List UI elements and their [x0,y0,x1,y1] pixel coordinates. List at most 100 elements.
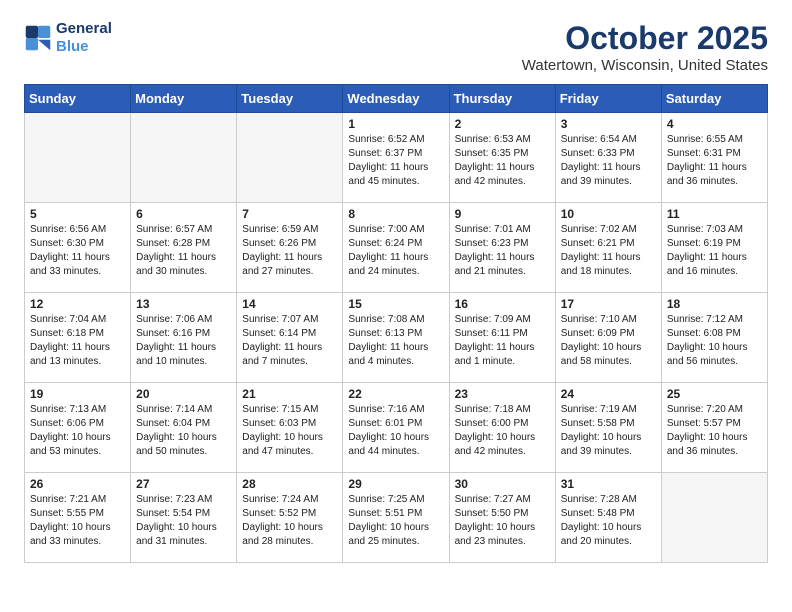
day-cell [131,113,237,203]
day-cell-text: Sunrise: 7:09 AMSunset: 6:11 PMDaylight:… [455,313,550,369]
day-cell-text: Sunrise: 7:02 AMSunset: 6:21 PMDaylight:… [561,223,656,279]
day-cell: 1 Sunrise: 6:52 AMSunset: 6:37 PMDaylight… [343,113,449,203]
day-cell-text: Sunrise: 7:03 AMSunset: 6:19 PMDaylight:… [667,223,762,279]
day-cell-text: Sunrise: 7:06 AMSunset: 6:16 PMDaylight:… [136,313,231,369]
day-header-monday: Monday [131,85,237,113]
day-cell-text: Sunrise: 7:18 AMSunset: 6:00 PMDaylight:… [455,403,550,459]
day-number: 21 [242,387,337,401]
day-cell: 19 Sunrise: 7:13 AMSunset: 6:06 PMDayligh… [25,383,131,473]
calendar-title: October 2025 [522,20,768,57]
day-cell-text: Sunrise: 6:59 AMSunset: 6:26 PMDaylight:… [242,223,337,279]
day-cell: 21Sunrise: 7:15 AMSunset: 6:03 PMDayligh… [237,383,343,473]
day-cell: 29Sunrise: 7:25 AMSunset: 5:51 PMDayligh… [343,473,449,563]
day-number: 27 [136,477,231,491]
day-cell-text: Sunrise: 6:57 AMSunset: 6:28 PMDaylight:… [136,223,231,279]
day-cell-text: Sunrise: 7:04 AMSunset: 6:18 PMDaylight:… [30,313,125,369]
day-number: 2 [455,117,550,131]
day-cell: 23 Sunrise: 7:18 AMSunset: 6:00 PMDayligh… [449,383,555,473]
day-cell [25,113,131,203]
day-number: 12 [30,297,125,311]
day-cell: 22Sunrise: 7:16 AMSunset: 6:01 PMDayligh… [343,383,449,473]
day-cell: 25Sunrise: 7:20 AMSunset: 5:57 PMDayligh… [661,383,767,473]
day-number: 30 [455,477,550,491]
day-cell: 27 Sunrise: 7:23 AMSunset: 5:54 PMDayligh… [131,473,237,563]
day-cell-text: Sunrise: 7:27 AMSunset: 5:50 PMDaylight:… [455,493,550,549]
day-number: 11 [667,207,762,221]
day-cell: 15 Sunrise: 7:08 AMSunset: 6:13 PMDayligh… [343,293,449,383]
day-cell: 13 Sunrise: 7:06 AMSunset: 6:16 PMDayligh… [131,293,237,383]
day-cell-text: Sunrise: 7:07 AMSunset: 6:14 PMDaylight:… [242,313,337,369]
calendar-subtitle: Watertown, Wisconsin, United States [522,57,768,74]
day-header-sunday: Sunday [25,85,131,113]
calendar-table: SundayMondayTuesdayWednesdayThursdayFrid… [24,84,768,563]
day-cell-text: Sunrise: 6:54 AMSunset: 6:33 PMDaylight:… [561,133,656,189]
day-number: 9 [455,207,550,221]
day-cell-text: Sunrise: 7:16 AMSunset: 6:01 PMDaylight:… [348,403,443,459]
day-cell-text: Sunrise: 7:00 AMSunset: 6:24 PMDaylight:… [348,223,443,279]
week-row-2: 5Sunrise: 6:56 AMSunset: 6:30 PMDaylight… [25,203,768,293]
week-row-5: 26 Sunrise: 7:21 AMSunset: 5:55 PMDayligh… [25,473,768,563]
day-number: 28 [242,477,337,491]
day-number: 6 [136,207,231,221]
day-cell: 10Sunrise: 7:02 AMSunset: 6:21 PMDayligh… [555,203,661,293]
day-cell-text: Sunrise: 7:01 AMSunset: 6:23 PMDaylight:… [455,223,550,279]
day-number: 25 [667,387,762,401]
day-number: 15 [348,297,443,311]
day-cell-text: Sunrise: 7:12 AMSunset: 6:08 PMDaylight:… [667,313,762,369]
day-number: 23 [455,387,550,401]
logo: General Blue [24,20,112,56]
day-number: 3 [561,117,656,131]
day-number: 17 [561,297,656,311]
day-number: 24 [561,387,656,401]
day-number: 16 [455,297,550,311]
week-row-3: 12 Sunrise: 7:04 AMSunset: 6:18 PMDayligh… [25,293,768,383]
day-cell-text: Sunrise: 7:28 AMSunset: 5:48 PMDaylight:… [561,493,656,549]
day-cell: 2 Sunrise: 6:53 AMSunset: 6:35 PMDaylight… [449,113,555,203]
day-cell: 9 Sunrise: 7:01 AMSunset: 6:23 PMDaylight… [449,203,555,293]
day-cell-text: Sunrise: 6:56 AMSunset: 6:30 PMDaylight:… [30,223,125,279]
day-cell: 17 Sunrise: 7:10 AMSunset: 6:09 PMDayligh… [555,293,661,383]
day-cell: 3 Sunrise: 6:54 AMSunset: 6:33 PMDaylight… [555,113,661,203]
day-cell-text: Sunrise: 6:53 AMSunset: 6:35 PMDaylight:… [455,133,550,189]
day-cell-text: Sunrise: 7:21 AMSunset: 5:55 PMDaylight:… [30,493,125,549]
day-cell [661,473,767,563]
day-cell: 6 Sunrise: 6:57 AMSunset: 6:28 PMDaylight… [131,203,237,293]
day-cell-text: Sunrise: 7:24 AMSunset: 5:52 PMDaylight:… [242,493,337,549]
day-cell: 8 Sunrise: 7:00 AMSunset: 6:24 PMDaylight… [343,203,449,293]
day-cell-text: Sunrise: 7:10 AMSunset: 6:09 PMDaylight:… [561,313,656,369]
day-number: 8 [348,207,443,221]
day-cell-text: Sunrise: 6:52 AMSunset: 6:37 PMDaylight:… [348,133,443,189]
day-cell-text: Sunrise: 7:13 AMSunset: 6:06 PMDaylight:… [30,403,125,459]
day-cell: 20Sunrise: 7:14 AMSunset: 6:04 PMDayligh… [131,383,237,473]
day-cell: 4 Sunrise: 6:55 AMSunset: 6:31 PMDaylight… [661,113,767,203]
day-cell: 12 Sunrise: 7:04 AMSunset: 6:18 PMDayligh… [25,293,131,383]
day-number: 1 [348,117,443,131]
logo-icon [24,24,52,52]
day-number: 26 [30,477,125,491]
day-cell: 5Sunrise: 6:56 AMSunset: 6:30 PMDaylight… [25,203,131,293]
day-header-wednesday: Wednesday [343,85,449,113]
day-header-row: SundayMondayTuesdayWednesdayThursdayFrid… [25,85,768,113]
header: General Blue October 2025 Watertown, Wis… [24,20,768,74]
day-number: 19 [30,387,125,401]
day-header-friday: Friday [555,85,661,113]
day-number: 29 [348,477,443,491]
day-cell: 30 Sunrise: 7:27 AMSunset: 5:50 PMDayligh… [449,473,555,563]
day-cell-text: Sunrise: 7:23 AMSunset: 5:54 PMDaylight:… [136,493,231,549]
day-cell-text: Sunrise: 7:19 AMSunset: 5:58 PMDaylight:… [561,403,656,459]
day-number: 13 [136,297,231,311]
day-cell-text: Sunrise: 6:55 AMSunset: 6:31 PMDaylight:… [667,133,762,189]
day-header-saturday: Saturday [661,85,767,113]
day-cell: 16 Sunrise: 7:09 AMSunset: 6:11 PMDayligh… [449,293,555,383]
day-number: 14 [242,297,337,311]
day-cell: 14 Sunrise: 7:07 AMSunset: 6:14 PMDayligh… [237,293,343,383]
day-cell: 11 Sunrise: 7:03 AMSunset: 6:19 PMDayligh… [661,203,767,293]
day-cell: 24 Sunrise: 7:19 AMSunset: 5:58 PMDayligh… [555,383,661,473]
logo-text: General Blue [56,20,112,56]
day-cell-text: Sunrise: 7:08 AMSunset: 6:13 PMDaylight:… [348,313,443,369]
day-cell: 7Sunrise: 6:59 AMSunset: 6:26 PMDaylight… [237,203,343,293]
day-cell [237,113,343,203]
day-cell: 28 Sunrise: 7:24 AMSunset: 5:52 PMDayligh… [237,473,343,563]
day-cell: 18Sunrise: 7:12 AMSunset: 6:08 PMDayligh… [661,293,767,383]
day-number: 4 [667,117,762,131]
